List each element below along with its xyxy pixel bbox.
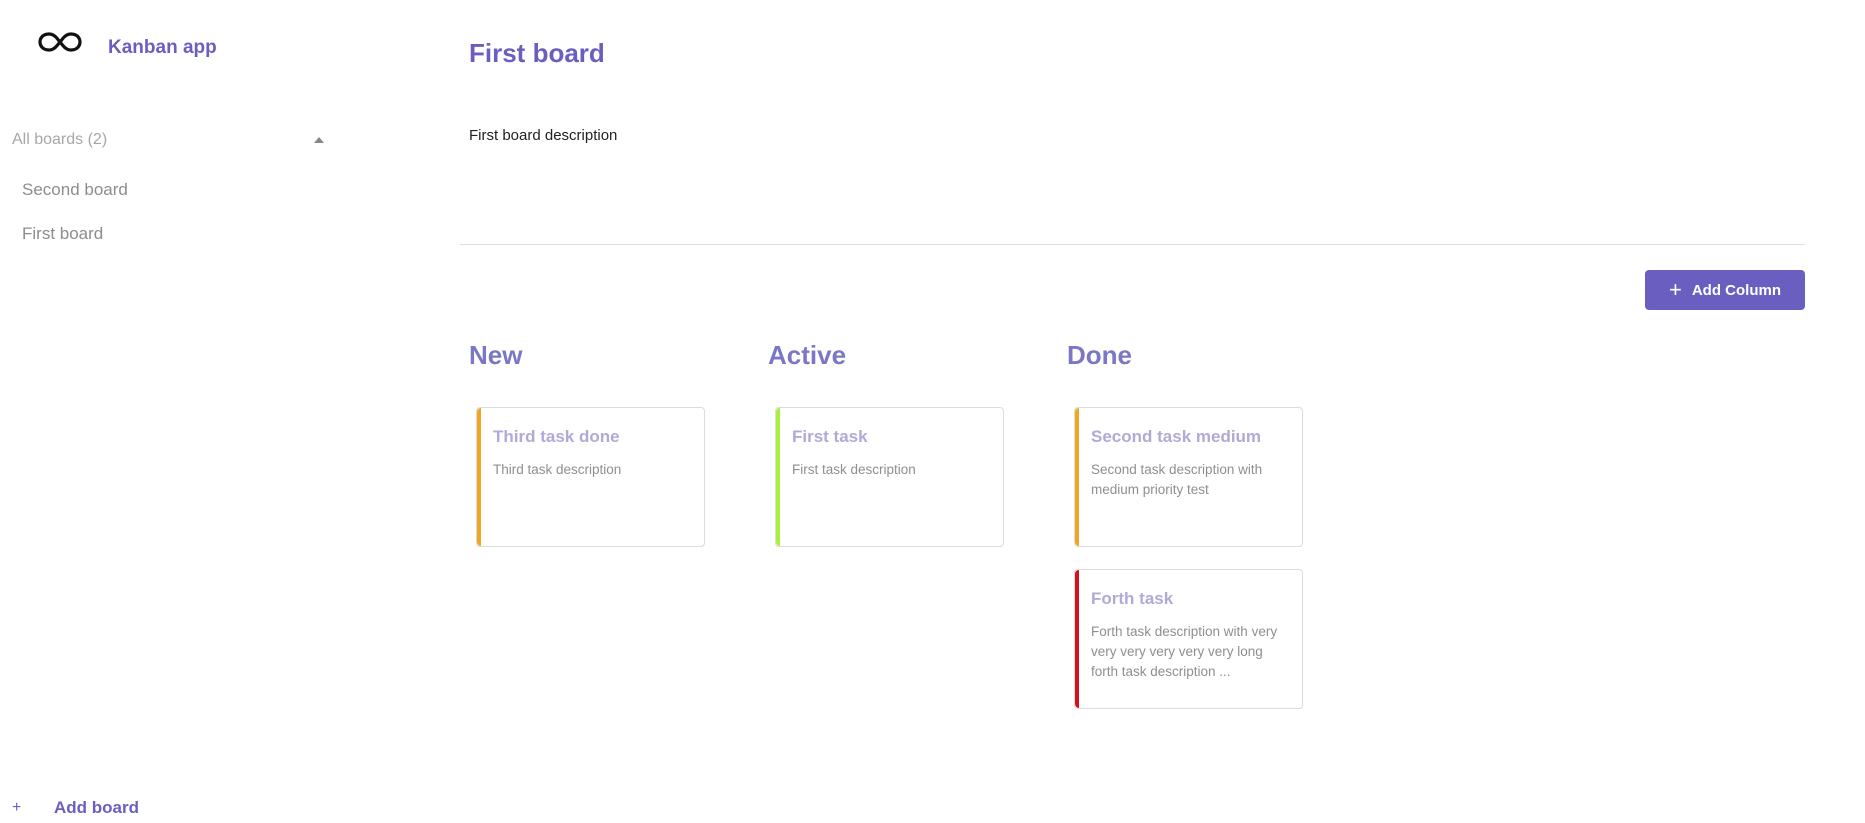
- board-title: First board: [469, 38, 605, 68]
- column-new: New Third task done Third task descripti…: [460, 340, 705, 547]
- plus-icon: +: [1668, 277, 1682, 302]
- sidebar: Kanban app All boards (2) Second board F…: [0, 0, 340, 823]
- add-board-button[interactable]: + Add board: [12, 796, 139, 820]
- logo[interactable]: [38, 30, 82, 54]
- plus-icon: +: [12, 799, 22, 816]
- board-view: First board First board description + Ad…: [460, 0, 1805, 823]
- task-title: Third task done: [493, 427, 620, 446]
- add-column-label: Add Column: [1691, 281, 1781, 299]
- app-title[interactable]: Kanban app: [108, 37, 217, 59]
- task-title: Second task medium: [1091, 427, 1262, 446]
- add-column-button[interactable]: + Add Column: [1645, 270, 1805, 310]
- task-title: First task: [792, 427, 868, 446]
- board-description: First board description: [469, 127, 618, 144]
- task-description: Second task description with medium prio…: [1091, 462, 1263, 497]
- column-done: Done Second task medium Second task desc…: [1058, 340, 1303, 709]
- infinity-icon: [38, 32, 82, 52]
- sidebar-item-second-board[interactable]: Second board: [22, 180, 128, 200]
- task-card[interactable]: First task First task description: [775, 407, 1004, 547]
- all-boards-label: All boards (2): [12, 131, 108, 148]
- priority-bar: [1075, 408, 1079, 546]
- column-title: New: [469, 340, 523, 370]
- task-description: Forth task description with very very ve…: [1091, 624, 1278, 679]
- priority-bar: [1075, 570, 1079, 708]
- task-card[interactable]: Third task done Third task description: [476, 407, 705, 547]
- add-board-label: Add board: [54, 798, 139, 817]
- all-boards-toggle[interactable]: All boards (2): [12, 130, 328, 152]
- priority-bar: [776, 408, 780, 546]
- column-active: Active First task First task description: [759, 340, 1004, 547]
- task-description: Third task description: [493, 462, 622, 477]
- task-card[interactable]: Second task medium Second task descripti…: [1074, 407, 1303, 547]
- column-title: Done: [1067, 340, 1132, 370]
- task-card[interactable]: Forth task Forth task description with v…: [1074, 569, 1303, 709]
- sidebar-item-first-board[interactable]: First board: [22, 224, 103, 244]
- caret-up-icon: [314, 137, 324, 143]
- task-title: Forth task: [1091, 589, 1174, 608]
- priority-bar: [477, 408, 481, 546]
- task-description: First task description: [792, 462, 916, 477]
- divider: [460, 244, 1805, 245]
- column-title: Active: [768, 340, 847, 370]
